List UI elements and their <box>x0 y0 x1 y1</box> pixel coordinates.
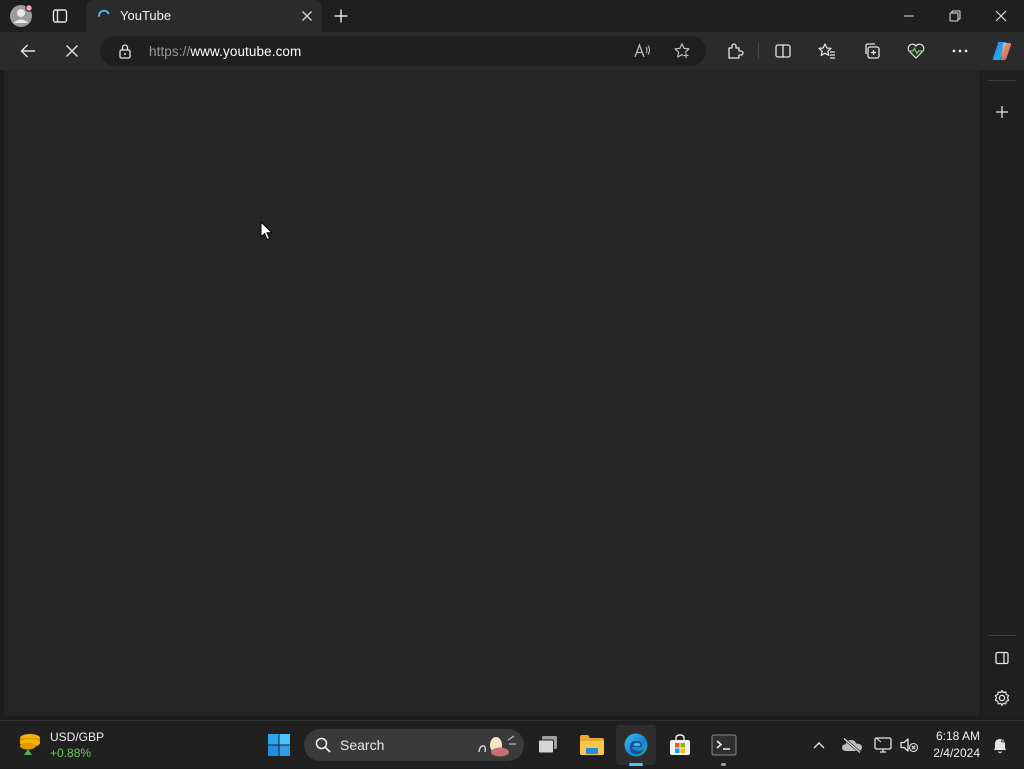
url-host: www.youtube.com <box>190 44 302 59</box>
lock-icon[interactable] <box>118 43 132 59</box>
terminal-icon[interactable] <box>704 725 744 765</box>
onedrive-icon[interactable] <box>834 725 870 765</box>
split-screen-icon[interactable] <box>769 37 797 65</box>
extensions-icon[interactable] <box>721 37 749 65</box>
favorite-star-icon[interactable] <box>668 37 696 65</box>
clock-time[interactable]: 6:18 AM <box>936 729 980 743</box>
widget-change: +0.88% <box>50 746 92 760</box>
currency-coin-icon <box>16 731 44 759</box>
read-aloud-icon[interactable] <box>628 37 656 65</box>
start-windows-icon[interactable] <box>259 725 299 765</box>
tab-title: YouTube <box>120 8 172 23</box>
browser-toolbar: https://www.youtube.com <box>0 32 1024 70</box>
settings-gear-icon[interactable] <box>988 684 1016 712</box>
clock-date[interactable]: 2/4/2024 <box>933 746 980 760</box>
loading-spinner-icon <box>96 8 112 24</box>
volume-muted-icon[interactable] <box>893 725 925 765</box>
sidebar-divider <box>988 80 1016 81</box>
task-view-icon[interactable] <box>528 725 568 765</box>
taskbar: USD/GBP +0.88% Search 6:18 AM 2/4/2024 <box>0 720 1024 768</box>
add-plus-icon[interactable] <box>988 98 1016 126</box>
close-window-button[interactable] <box>978 0 1024 32</box>
browser-essentials-icon[interactable] <box>902 37 930 65</box>
profile-avatar[interactable] <box>8 3 34 29</box>
plus-icon <box>333 8 349 24</box>
store-icon[interactable] <box>660 725 700 765</box>
url-text[interactable]: https://www.youtube.com <box>149 44 301 59</box>
search-placeholder: Search <box>340 737 385 753</box>
favorites-icon[interactable] <box>813 37 841 65</box>
edge-sidebar <box>982 70 1024 718</box>
mouse-cursor-icon <box>260 221 273 241</box>
tab-bar: YouTube <box>0 0 1024 32</box>
toolbar-divider <box>758 43 759 59</box>
more-menu-icon[interactable] <box>946 37 974 65</box>
address-bar[interactable]: https://www.youtube.com <box>100 36 706 66</box>
close-tab-icon[interactable] <box>300 9 314 23</box>
stop-loading-icon[interactable] <box>58 37 86 65</box>
notification-icon[interactable] <box>984 725 1016 765</box>
collections-icon[interactable] <box>858 37 886 65</box>
restore-button[interactable] <box>932 0 978 32</box>
hide-sidebar-icon[interactable] <box>988 644 1016 672</box>
search-icon <box>315 737 331 753</box>
back-arrow-icon[interactable] <box>14 37 42 65</box>
edge-icon[interactable] <box>616 725 656 765</box>
widget-usd-gbp[interactable]: USD/GBP +0.88% <box>0 721 130 769</box>
active-app-indicator <box>629 763 643 766</box>
sidebar-divider <box>988 635 1016 636</box>
new-tab-button[interactable] <box>328 3 354 29</box>
widget-title: USD/GBP <box>50 730 105 744</box>
file-explorer-icon[interactable] <box>572 725 612 765</box>
search-highlight-icon <box>474 732 520 758</box>
chevron-up-icon[interactable] <box>800 725 838 765</box>
tab-actions-icon[interactable] <box>47 3 73 29</box>
url-scheme: https:// <box>149 44 191 59</box>
page-content[interactable] <box>4 70 980 716</box>
copilot-icon[interactable] <box>988 37 1016 65</box>
running-app-indicator <box>721 763 726 766</box>
tab-youtube[interactable]: YouTube <box>86 0 322 32</box>
minimize-button[interactable] <box>886 0 932 32</box>
taskbar-search[interactable]: Search <box>304 729 524 761</box>
